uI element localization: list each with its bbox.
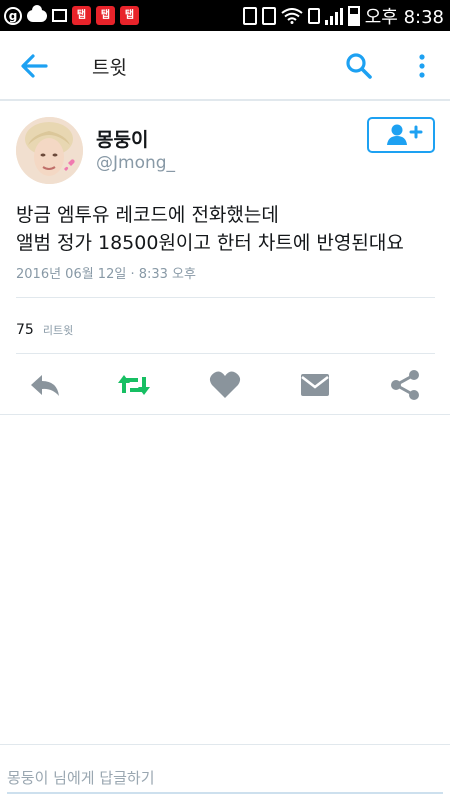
battery-icon: [347, 5, 360, 26]
search-icon[interactable]: [344, 51, 374, 81]
divider: [16, 297, 435, 298]
more-options-icon[interactable]: [410, 49, 434, 83]
app-bar: 트윗: [0, 31, 450, 101]
reply-bar: [0, 744, 450, 800]
add-user-icon: [387, 124, 423, 145]
image-icon: [52, 9, 67, 22]
app-badge-icon: 탭: [72, 6, 91, 25]
signal-icon: [324, 7, 343, 25]
tweet-actions: [0, 369, 450, 401]
share-icon[interactable]: [388, 369, 422, 401]
vibrate-icon: [261, 6, 276, 25]
retweet-icon[interactable]: [117, 369, 151, 401]
page-title: 트윗: [92, 57, 127, 79]
retweet-stats[interactable]: 75 리트윗: [16, 319, 73, 338]
reply-input[interactable]: [7, 764, 443, 794]
reply-icon[interactable]: [28, 369, 62, 401]
avatar[interactable]: [16, 117, 83, 184]
app-badge-icon: 탭: [96, 6, 115, 25]
retweet-count: 75: [16, 322, 34, 338]
notification-g-icon: g: [4, 6, 22, 25]
author-name[interactable]: 몽둥이: [96, 125, 148, 152]
author-handle[interactable]: @Jmong_: [96, 153, 175, 173]
message-icon[interactable]: [298, 369, 332, 401]
status-notifications: g 탭 탭 탭: [4, 4, 139, 25]
status-bar: g 탭 탭 탭 오후 8:38: [0, 0, 450, 31]
app-badge-icon: 탭: [120, 6, 139, 25]
wifi-icon: [281, 7, 303, 24]
phone-icon: [242, 6, 257, 25]
retweet-label: 리트윗: [42, 324, 74, 337]
tweet-text: 방금 엠투유 레코드에 전화했는데 앨범 정가 18500원이고 한터 차트에 …: [16, 204, 404, 254]
status-system: 오후 8:38: [242, 3, 444, 29]
avatar-image: [16, 117, 83, 184]
follow-button[interactable]: [367, 117, 435, 153]
cloud-icon: [27, 4, 47, 22]
status-time: 오후 8:38: [364, 6, 444, 28]
divider: [16, 353, 435, 354]
sim-icon: [307, 7, 320, 24]
like-icon[interactable]: [208, 369, 242, 401]
tweet-timestamp: 2016년 06월 12일 · 8:33 오후: [16, 267, 196, 282]
tweet-detail: 몽둥이 @Jmong_ 방금 엠투유 레코드에 전화했는데 앨범 정가 1850…: [0, 101, 450, 415]
back-arrow-icon[interactable]: [18, 51, 50, 81]
